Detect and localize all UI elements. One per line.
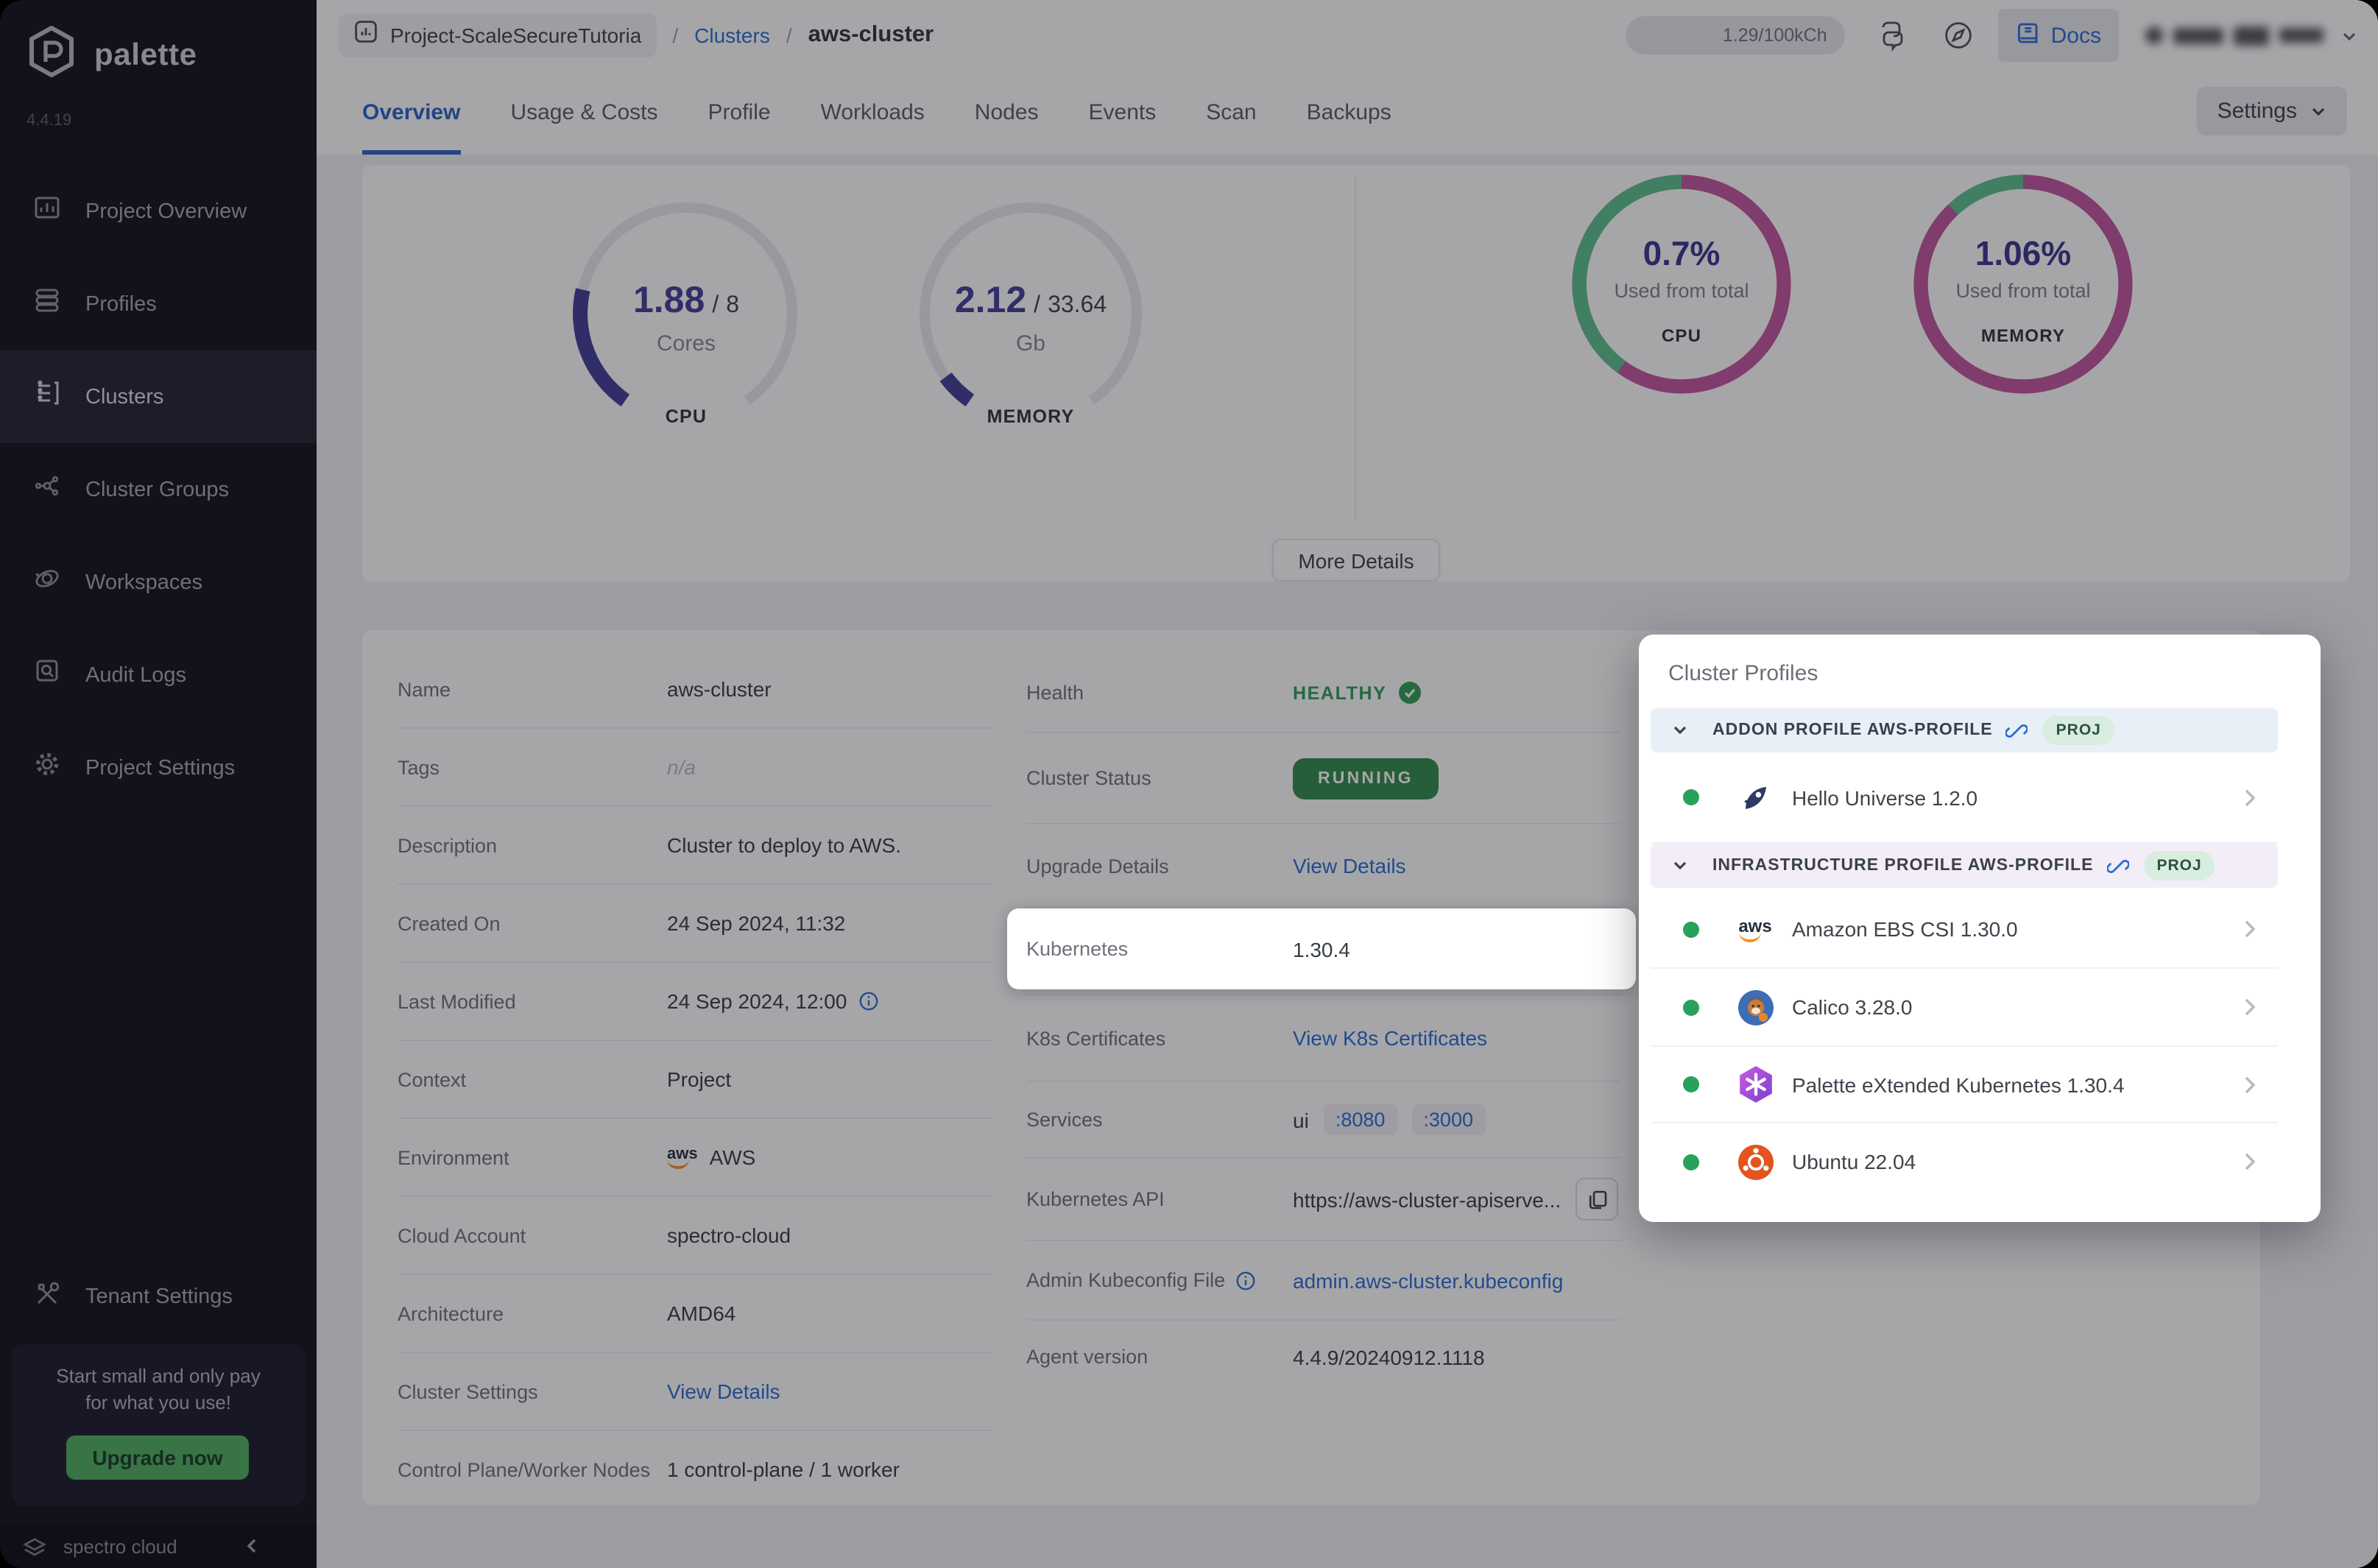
link-icon[interactable]: [2005, 719, 2028, 741]
screen: palette 4.4.19 Project Overview Profiles…: [0, 0, 2378, 1568]
cluster-profiles-panel: Cluster Profiles ADDON PROFILE AWS-PROFI…: [1639, 635, 2321, 1222]
kubernetes-version-spotlight-row[interactable]: Kubernetes 1.30.4: [1007, 908, 1636, 989]
profile-layer-name: Ubuntu 22.04: [1792, 1150, 1916, 1173]
profile-layer-hello-universe[interactable]: Hello Universe 1.2.0: [1651, 752, 2278, 844]
panel-title: Cluster Profiles: [1668, 661, 1818, 686]
chevron-right-icon: [2243, 997, 2257, 1017]
palette-app: palette 4.4.19 Project Overview Profiles…: [0, 0, 2378, 1568]
kubernetes-version-value: 1.30.4: [1293, 937, 1350, 961]
status-dot-green: [1683, 921, 1699, 937]
profile-layer-name: Palette eXtended Kubernetes 1.30.4: [1792, 1073, 2125, 1096]
chevron-right-icon: [2243, 1151, 2257, 1172]
addon-profile-name: ADDON PROFILE AWS-PROFILE: [1712, 721, 1993, 739]
profile-layer-amazon-ebs-csi[interactable]: aws Amazon EBS CSI 1.30.0: [1651, 891, 2278, 969]
kubernetes-label: Kubernetes: [1026, 938, 1129, 960]
chevron-right-icon: [2243, 919, 2257, 939]
profile-layer-name: Calico 3.28.0: [1792, 995, 1913, 1019]
ubuntu-icon: [1736, 1143, 1774, 1181]
scope-badge: PROJ: [2143, 851, 2215, 880]
calico-icon: [1736, 988, 1774, 1026]
chevron-down-icon: [1673, 726, 1687, 735]
status-dot-green: [1683, 1154, 1699, 1170]
profile-layer-calico[interactable]: Calico 3.28.0: [1651, 969, 2278, 1047]
pxk-icon: [1736, 1065, 1774, 1103]
infrastructure-profile-name: INFRASTRUCTURE PROFILE AWS-PROFILE: [1712, 857, 2094, 875]
profile-layer-name: Hello Universe 1.2.0: [1792, 785, 1978, 809]
aws-icon: aws: [1736, 910, 1774, 948]
status-dot-green: [1683, 999, 1699, 1015]
scope-badge: PROJ: [2042, 716, 2114, 745]
link-icon[interactable]: [2106, 855, 2129, 877]
addon-profile-header[interactable]: ADDON PROFILE AWS-PROFILE PROJ: [1651, 708, 2278, 752]
profile-layer-name: Amazon EBS CSI 1.30.0: [1792, 917, 2018, 941]
chevron-right-icon: [2243, 1074, 2257, 1095]
infrastructure-profile-header[interactable]: INFRASTRUCTURE PROFILE AWS-PROFILE PROJ: [1651, 844, 2278, 888]
profile-layer-palette-extended-kubernetes[interactable]: Palette eXtended Kubernetes 1.30.4: [1651, 1047, 2278, 1123]
chevron-down-icon: [1673, 861, 1687, 870]
profile-layer-ubuntu[interactable]: Ubuntu 22.04: [1651, 1123, 2278, 1200]
status-dot-green: [1683, 789, 1699, 805]
chevron-right-icon: [2243, 787, 2257, 808]
status-dot-green: [1683, 1076, 1699, 1092]
rocket-icon: [1736, 778, 1774, 816]
